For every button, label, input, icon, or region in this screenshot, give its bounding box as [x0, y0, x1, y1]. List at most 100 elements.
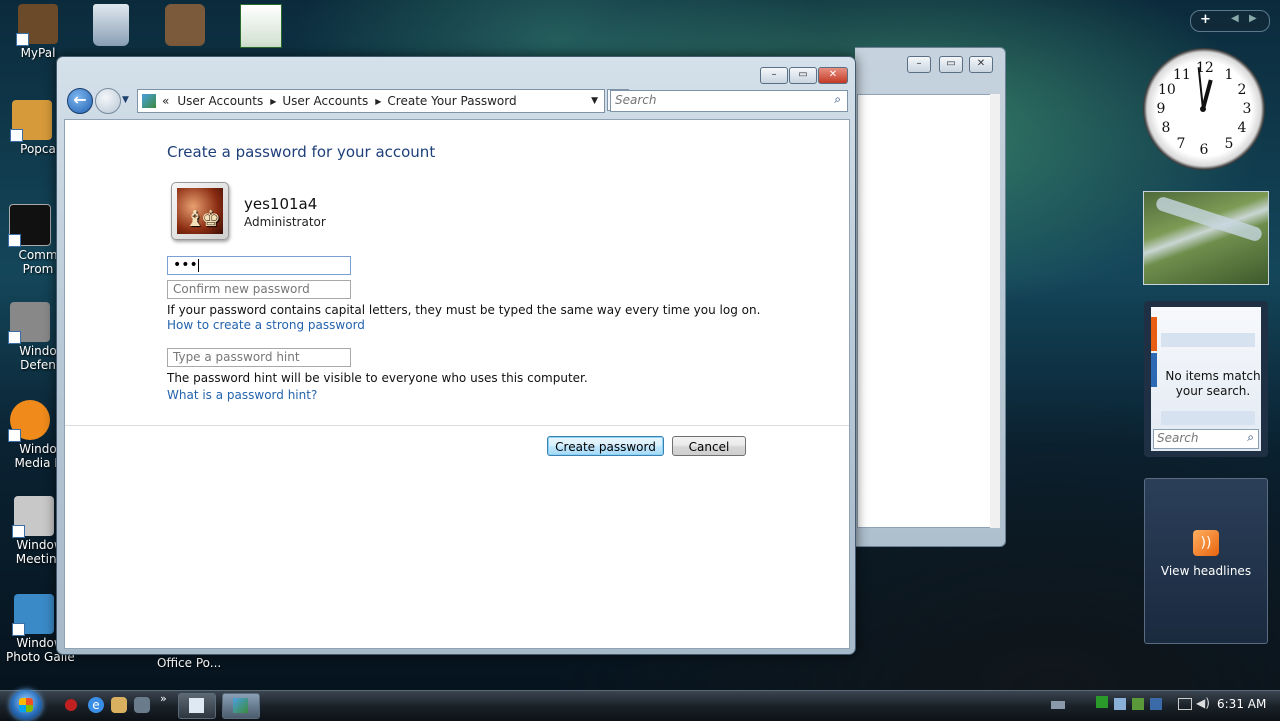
background-window-content	[857, 94, 991, 528]
volume-icon[interactable]: ◀)	[1196, 696, 1210, 710]
language-bar-icon[interactable]	[1051, 701, 1065, 709]
add-gadget-icon[interactable]: +	[1200, 12, 1211, 27]
tray-flag-icon[interactable]	[1096, 696, 1108, 708]
forward-button[interactable]	[95, 88, 121, 114]
background-window-scrollbar[interactable]	[990, 94, 1000, 528]
feeds-search-placeholder: Search	[1157, 431, 1199, 445]
create-password-button[interactable]: Create password	[547, 436, 664, 456]
clock-number: 9	[1156, 101, 1166, 117]
raccoon-shortcut-icon[interactable]	[165, 4, 205, 46]
recycle-bin-icon[interactable]	[93, 4, 129, 46]
clock-number: 7	[1176, 136, 1186, 152]
rss-icon: ))	[1193, 530, 1219, 556]
next-gadgets-icon[interactable]: ▶	[1249, 13, 1257, 24]
confirm-password-field[interactable]: Confirm new password	[167, 280, 351, 299]
clock-number: 10	[1158, 82, 1176, 98]
password-hint-placeholder: Type a password hint	[173, 350, 300, 364]
cancel-button[interactable]: Cancel	[672, 436, 746, 456]
photo-gallery-icon	[12, 594, 54, 636]
address-dropdown-icon[interactable]: ▼	[591, 96, 598, 106]
desktop-icon-mypal[interactable]: MyPal	[0, 4, 78, 60]
clock-gadget[interactable]: 12 1 2 3 4 5 6 7 8 9 10 11	[1143, 48, 1265, 170]
tray-update-icon[interactable]	[1150, 698, 1162, 710]
minimize-button[interactable]: –	[760, 67, 788, 84]
user-avatar: ♝ ♚	[171, 182, 229, 240]
headlines-gadget[interactable]: )) View headlines	[1144, 478, 1268, 644]
feeds-message: No items match your search.	[1165, 369, 1261, 398]
background-window[interactable]: – ▭ ✕	[855, 47, 1006, 547]
confirm-password-placeholder: Confirm new password	[173, 282, 310, 296]
search-input[interactable]	[611, 91, 796, 109]
search-icon[interactable]: ⌕	[834, 92, 841, 107]
strong-password-link[interactable]: How to create a strong password	[167, 318, 365, 332]
breadcrumb-separator-icon[interactable]: ▶	[270, 97, 276, 106]
document-shortcut-icon[interactable]	[240, 4, 282, 48]
password-hint-field[interactable]: Type a password hint	[167, 348, 351, 367]
feed-row-placeholder	[1161, 411, 1255, 425]
password-hint-note: The password hint will be visible to eve…	[167, 371, 588, 385]
desktop-icon-office[interactable]: Office Po...	[157, 656, 221, 670]
tray-network-icon[interactable]	[1114, 698, 1126, 710]
content-pane: Create a password for your account ♝ ♚ ye…	[64, 119, 850, 649]
back-button[interactable]: ←	[67, 88, 93, 114]
start-button[interactable]	[10, 690, 42, 720]
recent-pages-dropdown[interactable]: ▼	[122, 95, 129, 105]
quick-launch-ie-icon[interactable]: e	[88, 697, 104, 713]
feeds-search-box[interactable]: Search ⌕	[1153, 429, 1259, 449]
previous-gadgets-icon[interactable]: ◀	[1231, 13, 1239, 24]
create-password-window[interactable]: – ▭ ✕ ← ▼ « User Accounts ▶ User Account…	[56, 56, 856, 655]
search-icon[interactable]: ⌕	[1247, 430, 1254, 445]
desktop-icon-label: Office Po...	[157, 656, 222, 670]
caps-lock-note: If your password contains capital letter…	[167, 303, 761, 317]
text-cursor	[197, 258, 199, 272]
close-button[interactable]: ✕	[818, 67, 848, 84]
quick-launch-media-icon[interactable]	[65, 699, 77, 711]
chess-picture-icon: ♝ ♚	[177, 188, 223, 234]
quick-launch-switch-icon[interactable]	[134, 697, 150, 713]
bg-close-button[interactable]: ✕	[969, 56, 993, 73]
view-headlines-label[interactable]: View headlines	[1145, 564, 1267, 578]
taskbar-button-document[interactable]	[178, 693, 216, 719]
folder-icon	[10, 100, 52, 142]
quick-launch-browser-icon[interactable]	[111, 697, 127, 713]
slideshow-stream	[1154, 195, 1264, 243]
password-hint-help-link[interactable]: What is a password hint?	[167, 388, 317, 402]
user-name: yes101a4	[244, 195, 318, 213]
feed-row-placeholder	[1161, 333, 1255, 347]
taskbar-button-control-panel[interactable]	[222, 693, 260, 719]
clock-time[interactable]: 6:31 AM	[1217, 697, 1266, 711]
bg-minimize-button[interactable]: –	[907, 56, 931, 73]
defender-icon	[8, 302, 50, 344]
new-password-field[interactable]: •••	[167, 256, 351, 275]
breadcrumb-overflow[interactable]: «	[162, 94, 169, 108]
control-panel-icon	[233, 698, 248, 713]
sidebar-controls[interactable]: + ◀ ▶	[1190, 10, 1270, 32]
user-role: Administrator	[244, 215, 326, 229]
bg-maximize-button[interactable]: ▭	[939, 56, 963, 73]
page-title: Create a password for your account	[167, 143, 436, 161]
clock-number: 1	[1224, 67, 1234, 83]
breadcrumb-user-accounts-2[interactable]: User Accounts	[282, 94, 368, 108]
maximize-button[interactable]: ▭	[789, 67, 817, 84]
breadcrumb-create-password[interactable]: Create Your Password	[387, 94, 516, 108]
search-box[interactable]: ⌕	[610, 90, 848, 112]
control-panel-icon	[142, 94, 156, 108]
divider	[65, 425, 849, 426]
slideshow-gadget[interactable]	[1143, 191, 1269, 285]
feed-search-gadget[interactable]: No items match your search. Search ⌕	[1144, 301, 1268, 457]
clock-number: 6	[1199, 142, 1209, 158]
tray-security-icon[interactable]	[1132, 698, 1144, 710]
clock-number: 4	[1237, 120, 1247, 136]
raccoon-icon	[16, 4, 58, 46]
clock-number: 11	[1173, 67, 1191, 83]
media-player-icon	[8, 400, 50, 442]
arrow-left-icon: ←	[73, 90, 87, 109]
meeting-space-icon	[12, 496, 54, 538]
quick-launch-overflow-icon[interactable]: »	[160, 692, 167, 705]
tray-monitor-icon[interactable]	[1178, 698, 1192, 710]
clock-number: 5	[1224, 136, 1234, 152]
breadcrumb-user-accounts-1[interactable]: User Accounts	[177, 94, 263, 108]
new-password-value: •••	[173, 257, 198, 273]
address-bar[interactable]: « User Accounts ▶ User Accounts ▶ Create…	[137, 89, 605, 113]
breadcrumb-separator-icon[interactable]: ▶	[375, 97, 381, 106]
